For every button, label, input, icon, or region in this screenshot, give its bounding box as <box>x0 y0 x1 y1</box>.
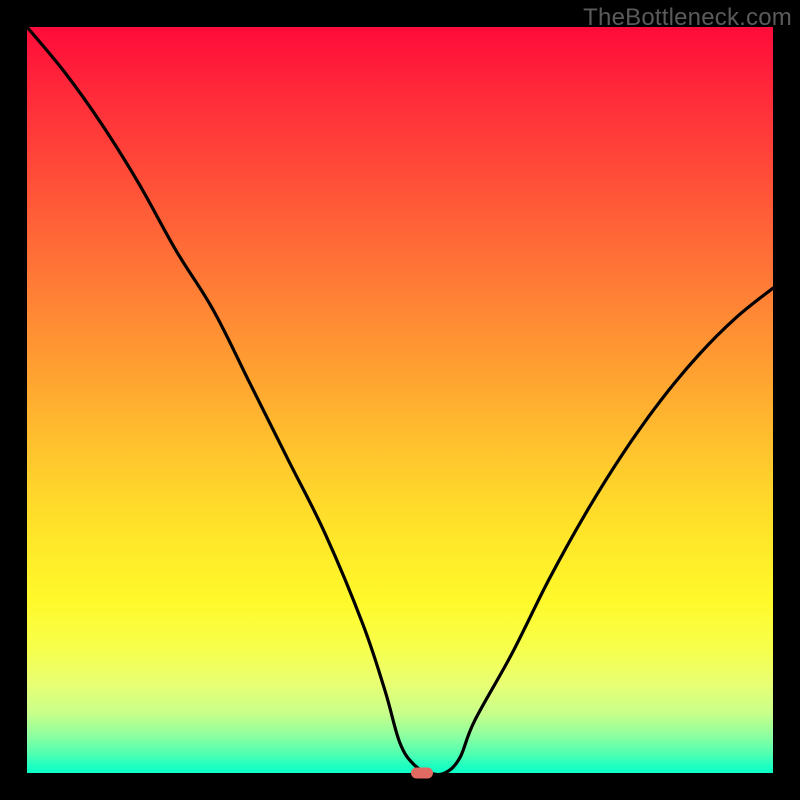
chart-frame: TheBottleneck.com <box>0 0 800 800</box>
bottleneck-curve <box>27 27 773 775</box>
plot-area <box>27 27 773 773</box>
min-marker <box>411 768 433 779</box>
curve-svg <box>27 27 773 773</box>
